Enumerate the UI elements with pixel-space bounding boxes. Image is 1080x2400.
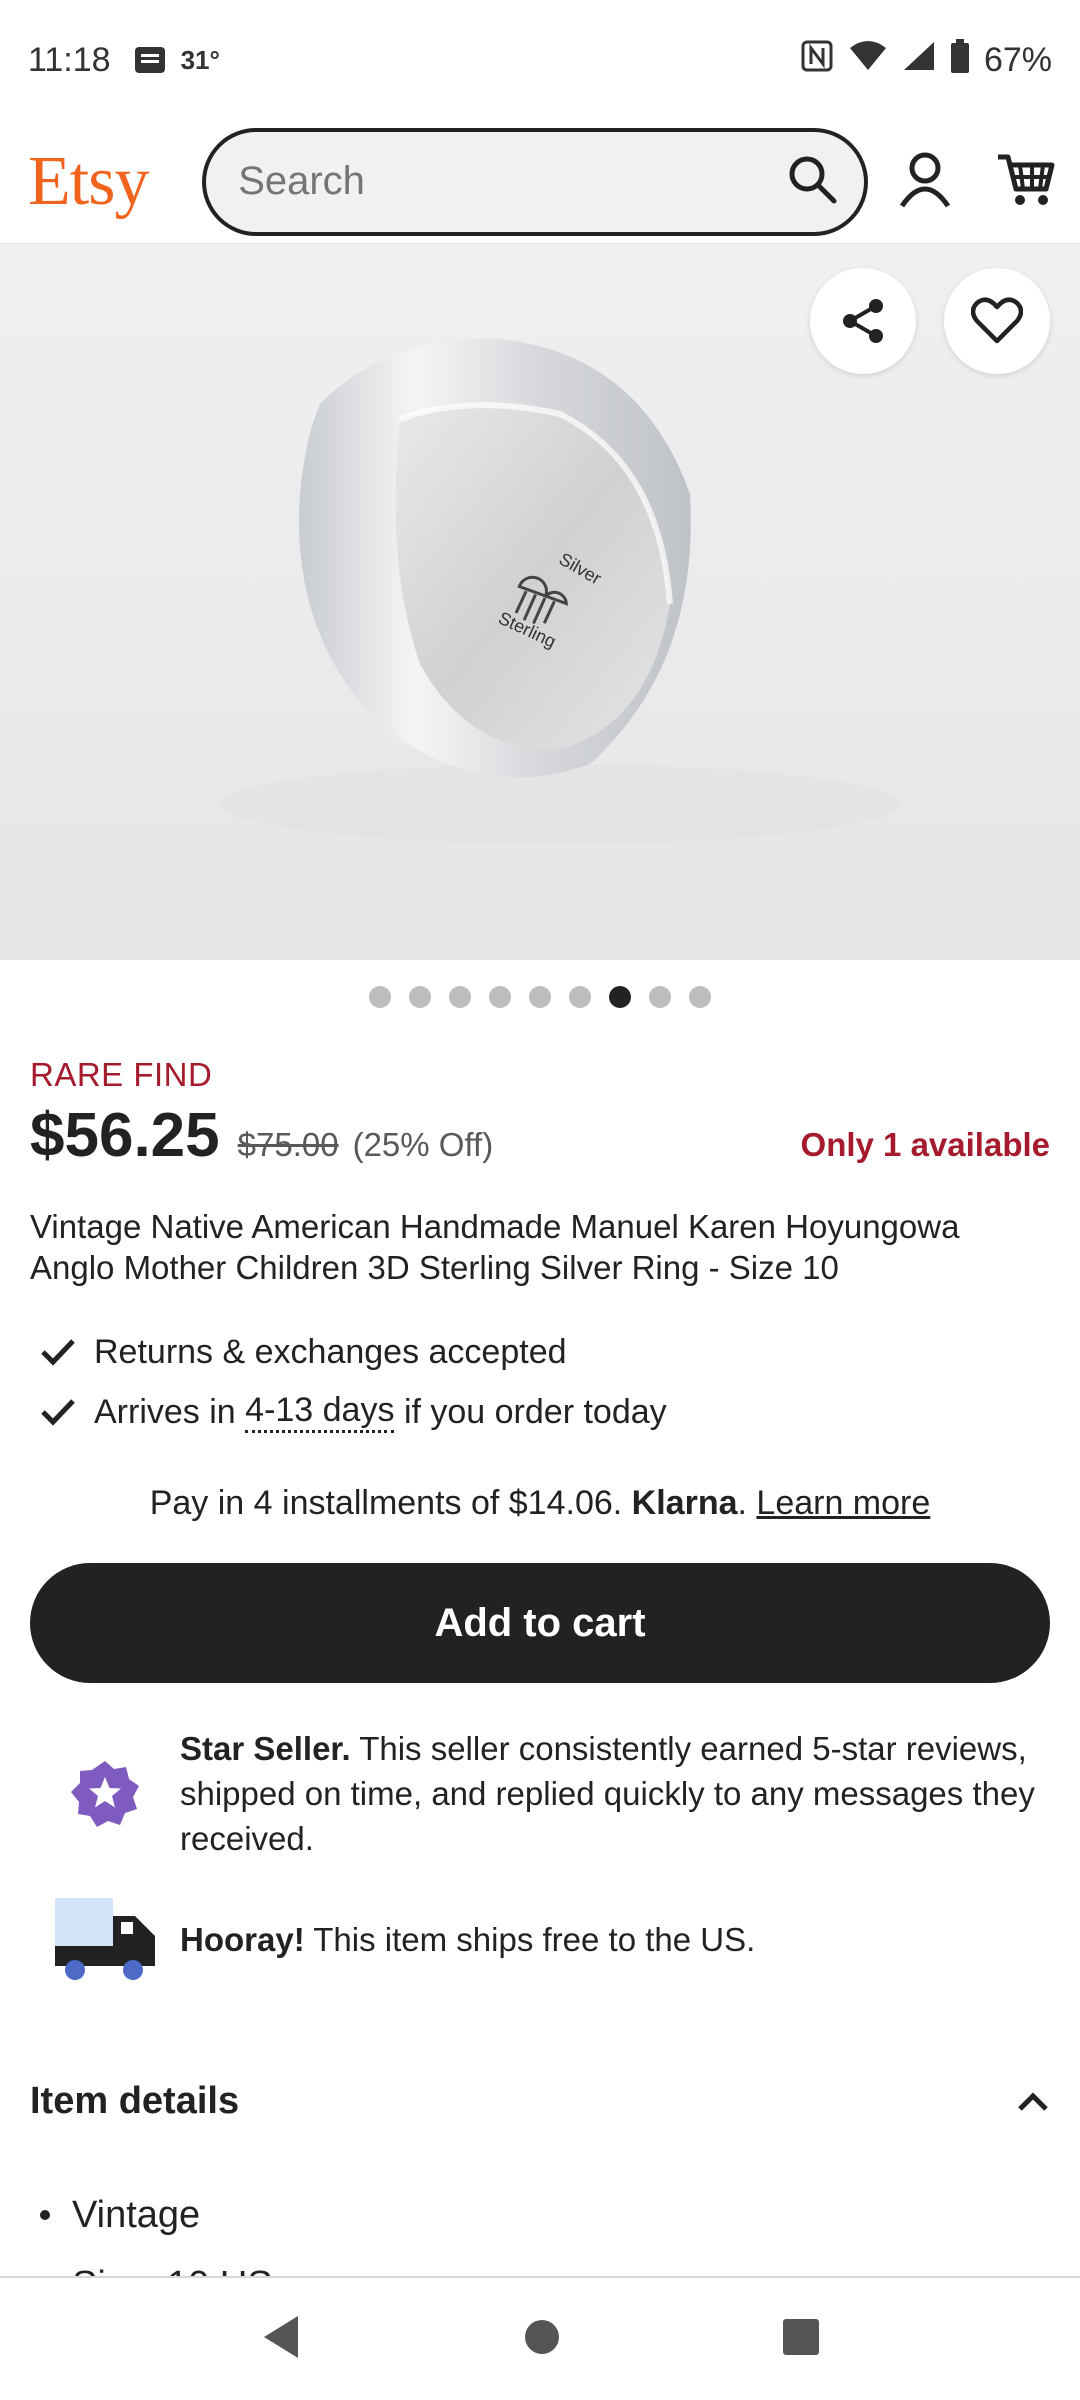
ring-photo: Silver Sterling bbox=[220, 338, 900, 844]
account-icon[interactable] bbox=[898, 150, 952, 213]
recents-icon bbox=[783, 2318, 819, 2355]
original-price: $75.00 bbox=[237, 1126, 339, 1163]
arrival-item: Arrives in 4-13 days if you order today bbox=[40, 1382, 667, 1442]
battery-icon bbox=[950, 38, 970, 82]
shipping-description: This item ships free to the US. bbox=[313, 1920, 756, 1958]
gallery-dot[interactable] bbox=[529, 986, 551, 1008]
arrives-prefix: Arrives in bbox=[94, 1392, 236, 1431]
chevron-up-icon[interactable] bbox=[1016, 2091, 1050, 2113]
delivery-truck-icon bbox=[55, 1898, 155, 1980]
gallery-dot[interactable] bbox=[409, 986, 431, 1008]
signal-icon bbox=[902, 40, 936, 81]
gallery-dot[interactable] bbox=[649, 986, 671, 1008]
nfc-icon bbox=[800, 39, 834, 82]
battery-level: 67% bbox=[983, 40, 1052, 79]
etsy-logo[interactable]: Etsy bbox=[28, 142, 172, 222]
share-button[interactable] bbox=[810, 268, 916, 374]
star-seller-icon bbox=[71, 1760, 139, 1827]
home-button[interactable] bbox=[522, 2317, 562, 2362]
arrival-range-link[interactable]: 4-13 days bbox=[245, 1391, 395, 1433]
perks-list: Returns & exchanges accepted Arrives in … bbox=[40, 1322, 667, 1442]
search-icon[interactable] bbox=[786, 153, 838, 210]
star-seller-info: Star Seller. This seller consistently ea… bbox=[30, 1726, 1050, 1861]
rare-find-badge: RARE FIND bbox=[30, 1056, 213, 1093]
status-bar: 11:18 31° 67% bbox=[0, 0, 1080, 120]
klarna-brand: Klarna bbox=[631, 1484, 738, 1522]
star-seller-text: Star Seller. This seller consistently ea… bbox=[180, 1726, 1050, 1861]
clock: 11:18 bbox=[28, 40, 111, 79]
favorite-button[interactable] bbox=[944, 268, 1050, 374]
arrives-suffix: if you order today bbox=[403, 1392, 667, 1431]
item-detail-entry: Vintage bbox=[40, 2180, 273, 2250]
recents-button[interactable] bbox=[782, 2318, 820, 2361]
shipping-title: Hooray! bbox=[180, 1920, 305, 1958]
returns-label: Returns & exchanges accepted bbox=[94, 1332, 567, 1371]
availability-label: Only 1 available bbox=[800, 1126, 1050, 1163]
gallery-dot[interactable] bbox=[689, 986, 711, 1008]
home-icon bbox=[525, 2319, 559, 2354]
klarna-period: . bbox=[737, 1484, 747, 1522]
check-icon bbox=[41, 1399, 75, 1426]
free-shipping-info: Hooray! This item ships free to the US. bbox=[30, 1896, 1050, 1982]
gallery-dot[interactable] bbox=[609, 986, 631, 1008]
klarna-installments: Pay in 4 installments of $14.06. Klarna.… bbox=[0, 1484, 1080, 1523]
gallery-dot[interactable] bbox=[449, 986, 471, 1008]
temperature: 31° bbox=[180, 44, 220, 75]
heart-icon bbox=[971, 297, 1023, 344]
app-header: Etsy bbox=[0, 120, 1080, 244]
product-image[interactable]: Silver Sterling bbox=[0, 244, 1080, 960]
item-details-title: Item details bbox=[30, 2080, 240, 2122]
notification-icon bbox=[133, 45, 167, 75]
installments-text: Pay in 4 installments of $14.06. bbox=[149, 1484, 623, 1522]
shipping-text: Hooray! This item ships free to the US. bbox=[180, 1917, 1050, 1962]
gallery-dot[interactable] bbox=[489, 986, 511, 1008]
returns-item: Returns & exchanges accepted bbox=[40, 1322, 667, 1382]
back-button[interactable] bbox=[260, 2314, 302, 2365]
star-seller-title: Star Seller. bbox=[180, 1730, 351, 1767]
back-icon bbox=[264, 2315, 298, 2358]
current-price: $56.25 bbox=[30, 1101, 220, 1170]
wifi-icon bbox=[848, 40, 888, 81]
share-icon bbox=[843, 299, 883, 343]
search-bar[interactable] bbox=[202, 127, 868, 236]
discount-label: (25% Off) bbox=[352, 1126, 494, 1163]
gallery-dot[interactable] bbox=[569, 986, 591, 1008]
add-to-cart-button[interactable]: Add to cart bbox=[30, 1563, 1050, 1683]
item-details-header[interactable]: Item details bbox=[30, 2080, 1050, 2123]
check-icon bbox=[41, 1339, 75, 1366]
search-input[interactable] bbox=[238, 159, 786, 204]
product-title: Vintage Native American Handmade Manuel … bbox=[30, 1208, 960, 1286]
system-nav-bar bbox=[0, 2276, 1080, 2400]
learn-more-link[interactable]: Learn more bbox=[756, 1484, 930, 1522]
gallery-dot[interactable] bbox=[369, 986, 391, 1008]
gallery-pagination[interactable] bbox=[0, 986, 1080, 1008]
cart-icon[interactable] bbox=[996, 151, 1056, 212]
price-row: $56.25 $75.00 (25% Off) Only 1 available bbox=[30, 1100, 1050, 1171]
